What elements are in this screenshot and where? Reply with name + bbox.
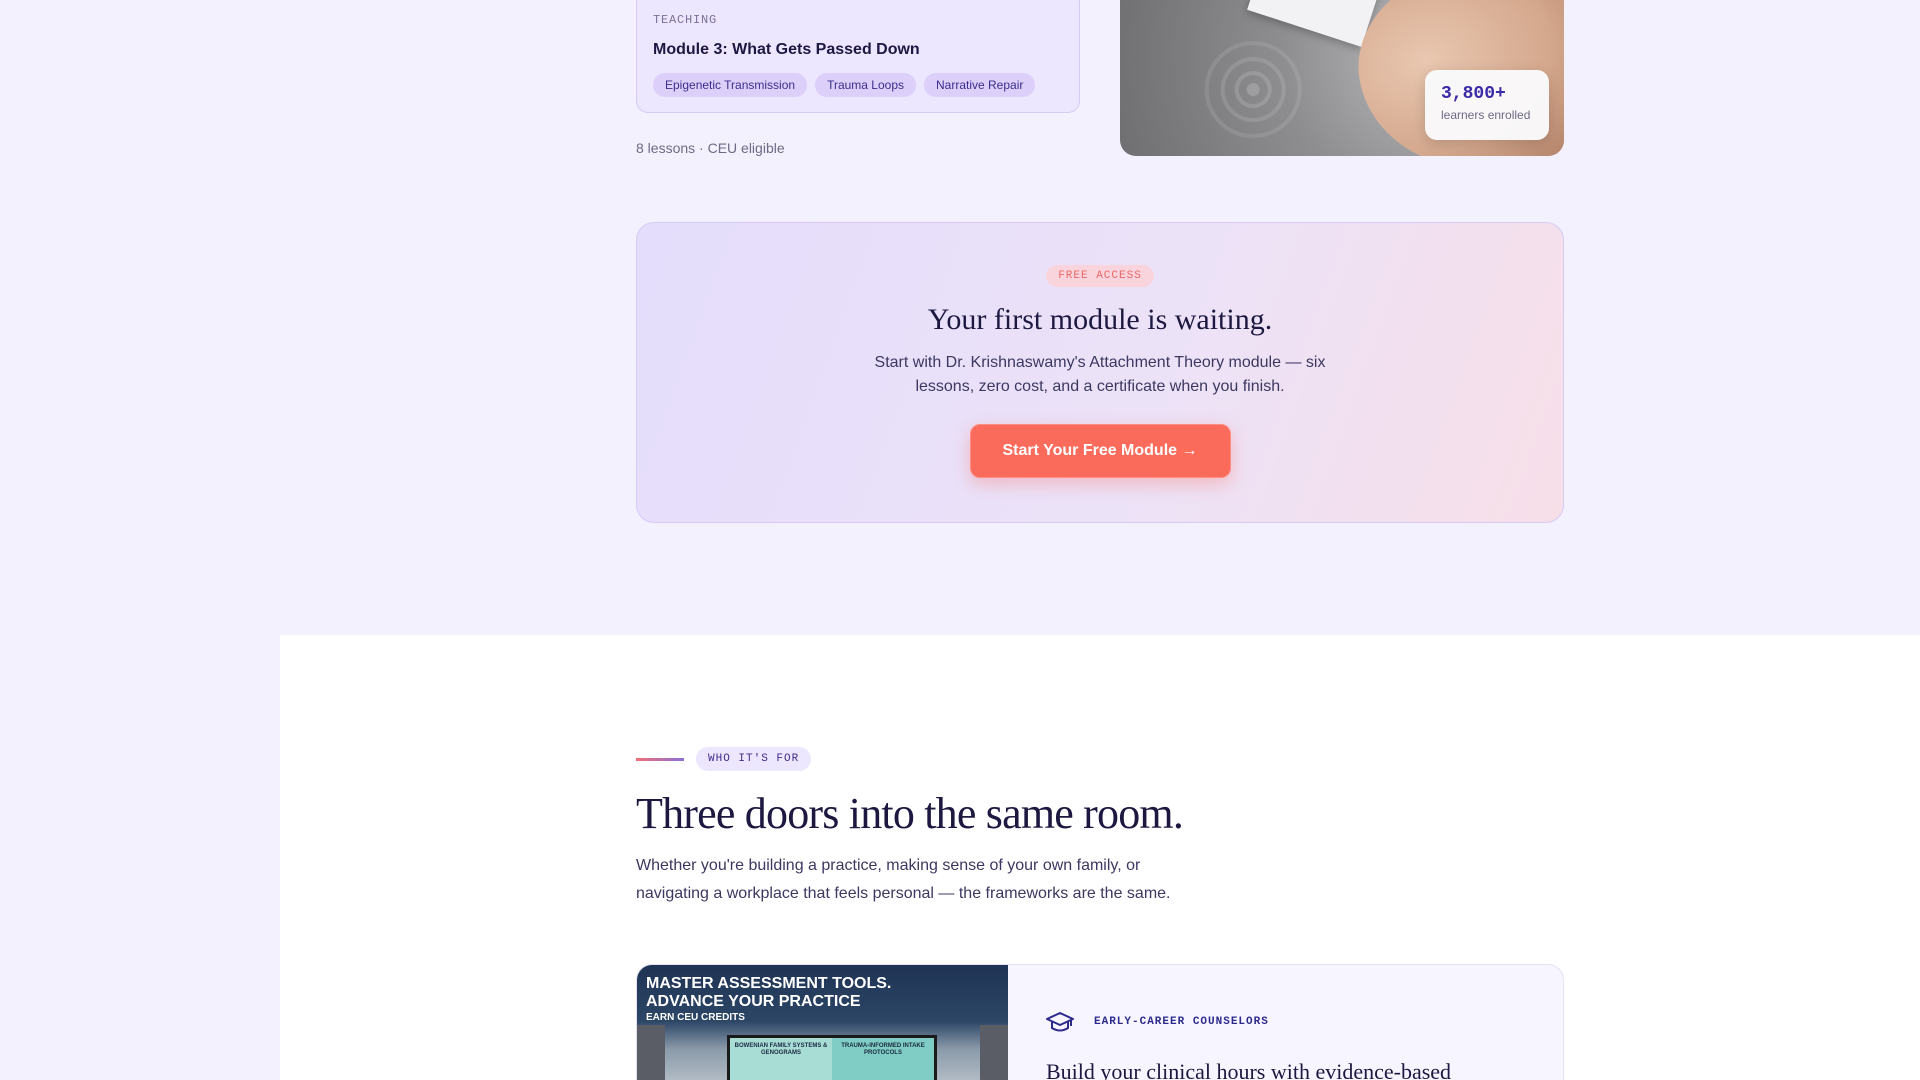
free-access-pill: FREE ACCESS (1046, 265, 1154, 287)
promo-whiteboard: BOWENIAN FAMILY SYSTEMS & GENOGRAMS TRAU… (727, 1035, 937, 1080)
module-card[interactable]: TEACHING Module 3: What Gets Passed Down… (636, 0, 1080, 113)
promo-headline: MASTER ASSESSMENT TOOLS. ADVANCE YOUR PR… (646, 975, 891, 1011)
eyebrow-accent-line (636, 758, 684, 761)
free-module-cta: FREE ACCESS Your first module is waiting… (636, 222, 1564, 523)
module-eyebrow: TEACHING (653, 13, 718, 27)
start-free-module-button[interactable]: Start Your Free Module → (969, 424, 1231, 478)
enrollment-badge: 3,800+ learners enrolled (1425, 70, 1549, 140)
enrollment-count: 3,800+ (1441, 84, 1506, 104)
module-title: Module 3: What Gets Passed Down (653, 41, 920, 58)
audience-card-eyebrow: EARLY-CAREER COUNSELORS (1094, 1016, 1269, 1028)
module-meta: 8 lessons · CEU eligible (636, 140, 785, 156)
module-tag: Narrative Repair (924, 73, 1036, 97)
module-tag: Epigenetic Transmission (653, 73, 808, 97)
audience-card-heading: Build your clinical hours with evidence-… (1046, 1059, 1452, 1080)
promo-curtain (637, 1025, 665, 1080)
enrollment-label: learners enrolled (1441, 108, 1531, 122)
audience-card[interactable]: MASTER ASSESSMENT TOOLS. ADVANCE YOUR PR… (636, 964, 1564, 1080)
promo-curtain (980, 1025, 1008, 1080)
audience-subtitle: Whether you're building a practice, maki… (636, 857, 1171, 902)
module-tag: Trauma Loops (815, 73, 916, 97)
promo-subline: EARN CEU CREDITS (646, 1012, 745, 1023)
hero-photo: 3,800+ learners enrolled (1120, 0, 1564, 156)
promo-headline-line: MASTER ASSESSMENT TOOLS. (646, 975, 892, 992)
audience-title: Three doors into the same room. (636, 789, 1184, 838)
audience-eyebrow-pill: WHO IT'S FOR (696, 747, 812, 771)
promo-board-label: BOWENIAN FAMILY SYSTEMS & GENOGRAMS (734, 1043, 828, 1056)
cta-body: Start with Dr. Krishnaswamy's Attachment… (874, 354, 1326, 395)
graduation-cap-icon (1046, 1012, 1074, 1032)
cta-title: Your first module is waiting. (927, 303, 1273, 336)
promo-image: MASTER ASSESSMENT TOOLS. ADVANCE YOUR PR… (637, 965, 1008, 1080)
promo-board-label: TRAUMA-INFORMED INTAKE PROTOCOLS (841, 1043, 925, 1056)
module-tag-list: Epigenetic Transmission Trauma Loops Nar… (653, 73, 1063, 97)
promo-headline-line: ADVANCE YOUR PRACTICE (646, 993, 861, 1010)
